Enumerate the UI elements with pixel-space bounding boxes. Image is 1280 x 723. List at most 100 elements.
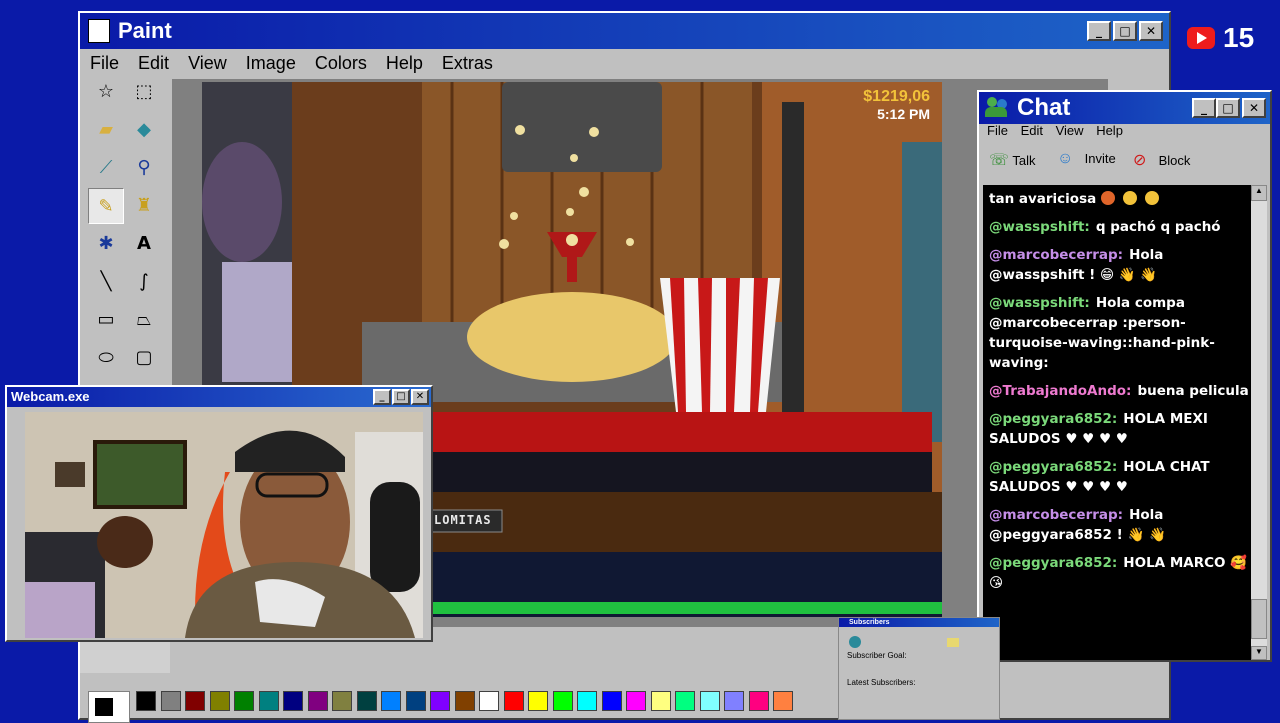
webcam-minimize-button[interactable]: _ [373,389,391,405]
palette-swatch[interactable] [234,691,254,711]
block-label: Block [1158,153,1191,168]
chat-menu-file[interactable]: File [987,123,1008,138]
text-icon[interactable]: A [126,226,162,262]
chat-maximize-button[interactable]: □ [1216,98,1240,118]
palette-swatch[interactable] [601,691,622,711]
chat-menu-view[interactable]: View [1056,123,1084,138]
palette-swatch[interactable] [552,691,573,711]
chat-username[interactable]: @marcobecerrap: [989,247,1123,263]
latest-subscribers-label: Latest Subscribers: [847,678,916,687]
webcam-feed [25,412,423,638]
palette-swatch[interactable] [675,691,695,711]
webcam-maximize-button[interactable]: □ [392,389,410,405]
scroll-up-arrow-icon[interactable]: ▲ [1251,185,1267,201]
palette-swatch[interactable] [528,691,548,711]
airbrush-icon[interactable]: ✱ [88,226,124,262]
palette-swatch[interactable] [748,691,769,711]
maximize-button[interactable]: □ [1113,21,1137,41]
palette-swatch[interactable] [136,691,156,711]
invite-button[interactable]: ☺ Invite [1057,150,1116,167]
free-select-icon[interactable]: ☆ [88,74,124,110]
chat-titlebar[interactable]: Chat _ □ ✕ [979,92,1270,124]
chat-title: Chat [1017,94,1071,121]
magnifier-icon[interactable]: ⚲ [126,150,162,186]
chat-message: @wasspshift: q pachó q pachó [983,213,1255,241]
menu-view[interactable]: View [188,53,227,73]
chat-scrollbar[interactable]: ▲ ▼ [1251,185,1267,660]
pencil-icon[interactable]: ✎ [88,188,124,224]
webcam-close-button[interactable]: ✕ [411,389,429,405]
palette-swatch[interactable] [356,691,377,711]
rect-select-icon[interactable]: ⬚ [126,74,162,110]
webcam-window: Webcam.exe _ □ ✕ [5,385,433,642]
eraser-icon[interactable]: ▰ [88,112,124,148]
palette-swatch[interactable] [773,691,793,711]
subscribers-titlebar[interactable]: Subscribers [839,618,999,627]
palette-swatch[interactable] [258,691,279,711]
palette-swatch[interactable] [479,691,499,711]
curve-icon[interactable]: ∫ [126,264,162,300]
close-button[interactable]: ✕ [1139,21,1163,41]
chat-username[interactable]: @marcobecerrap: [989,507,1123,523]
block-button[interactable]: ⊘ Block [1133,150,1191,169]
machine-label: LOMITAS [434,513,492,527]
chat-username[interactable]: @peggyara6852: [989,555,1117,571]
fill-icon[interactable]: ◆ [126,112,162,148]
palette-swatch[interactable] [283,691,303,711]
chat-text: q pachó q pachó [1095,219,1221,235]
chat-message: @marcobecerrap: Hola @wasspshift ! 😁 👋 👋 [983,241,1255,289]
scroll-thumb[interactable] [1251,599,1267,639]
line-icon[interactable]: ╲ [88,264,124,300]
polygon-icon[interactable]: ⏢ [126,302,162,338]
palette-swatch[interactable] [503,691,524,711]
subscribers-title: Subscribers [849,619,890,626]
paint-titlebar[interactable]: Paint _ □ ✕ [80,13,1169,49]
chat-messages[interactable]: tan avariciosa @wasspshift: q pachó q pach… [983,185,1255,660]
minimize-button[interactable]: _ [1087,21,1111,41]
chat-message: @peggyara6852: HOLA MEXI SALUDOS ♥ ♥ ♥ ♥ [983,405,1255,453]
ellipse-icon[interactable]: ⬭ [88,340,124,376]
chat-username[interactable]: @peggyara6852: [989,411,1117,427]
chat-menu-help[interactable]: Help [1096,123,1123,138]
palette-swatch[interactable] [626,691,646,711]
menu-edit[interactable]: Edit [138,53,169,73]
palette-swatch[interactable] [381,691,401,711]
webcam-scene [25,412,423,638]
chat-username[interactable]: @wasspshift: [989,295,1090,311]
palette-swatch[interactable] [454,691,475,711]
palette-swatch[interactable] [405,691,426,711]
palette-swatch[interactable] [160,691,181,711]
palette-swatch[interactable] [430,691,450,711]
chat-menu-edit[interactable]: Edit [1021,123,1043,138]
chat-close-button[interactable]: ✕ [1242,98,1266,118]
chat-message: @peggyara6852: HOLA MARCO 🥰 😘 [983,549,1255,597]
menu-file[interactable]: File [90,53,119,73]
color-picker-icon[interactable]: ⟋ [88,150,124,186]
palette-swatch[interactable] [185,691,205,711]
palette-swatch[interactable] [307,691,328,711]
scroll-down-arrow-icon[interactable]: ▼ [1251,646,1267,660]
rectangle-icon[interactable]: ▭ [88,302,124,338]
current-color [88,691,130,723]
palette-swatch[interactable] [650,691,671,711]
palette-swatch[interactable] [332,691,352,711]
palette-swatch[interactable] [724,691,744,711]
palette-swatch[interactable] [209,691,230,711]
palette-swatch[interactable] [699,691,720,711]
chat-username[interactable]: @TrabajandoAndo: [989,383,1131,399]
webcam-titlebar[interactable]: Webcam.exe _ □ ✕ [7,387,431,407]
menu-extras[interactable]: Extras [442,53,493,73]
chat-message: @peggyara6852: HOLA CHAT SALUDOS ♥ ♥ ♥ ♥ [983,453,1255,501]
palette-swatch[interactable] [577,691,597,711]
rounded-rect-icon[interactable]: ▢ [126,340,162,376]
menu-help[interactable]: Help [386,53,423,73]
brush-icon[interactable]: ♜ [126,188,162,224]
chat-people-icon [985,97,1009,119]
talk-button[interactable]: ☏ Talk [989,150,1036,169]
chat-minimize-button[interactable]: _ [1192,98,1216,118]
menu-image[interactable]: Image [246,53,296,73]
chat-username[interactable]: @wasspshift: [989,219,1090,235]
chat-username[interactable]: @peggyara6852: [989,459,1117,475]
paint-title: Paint [118,18,172,43]
menu-colors[interactable]: Colors [315,53,367,73]
